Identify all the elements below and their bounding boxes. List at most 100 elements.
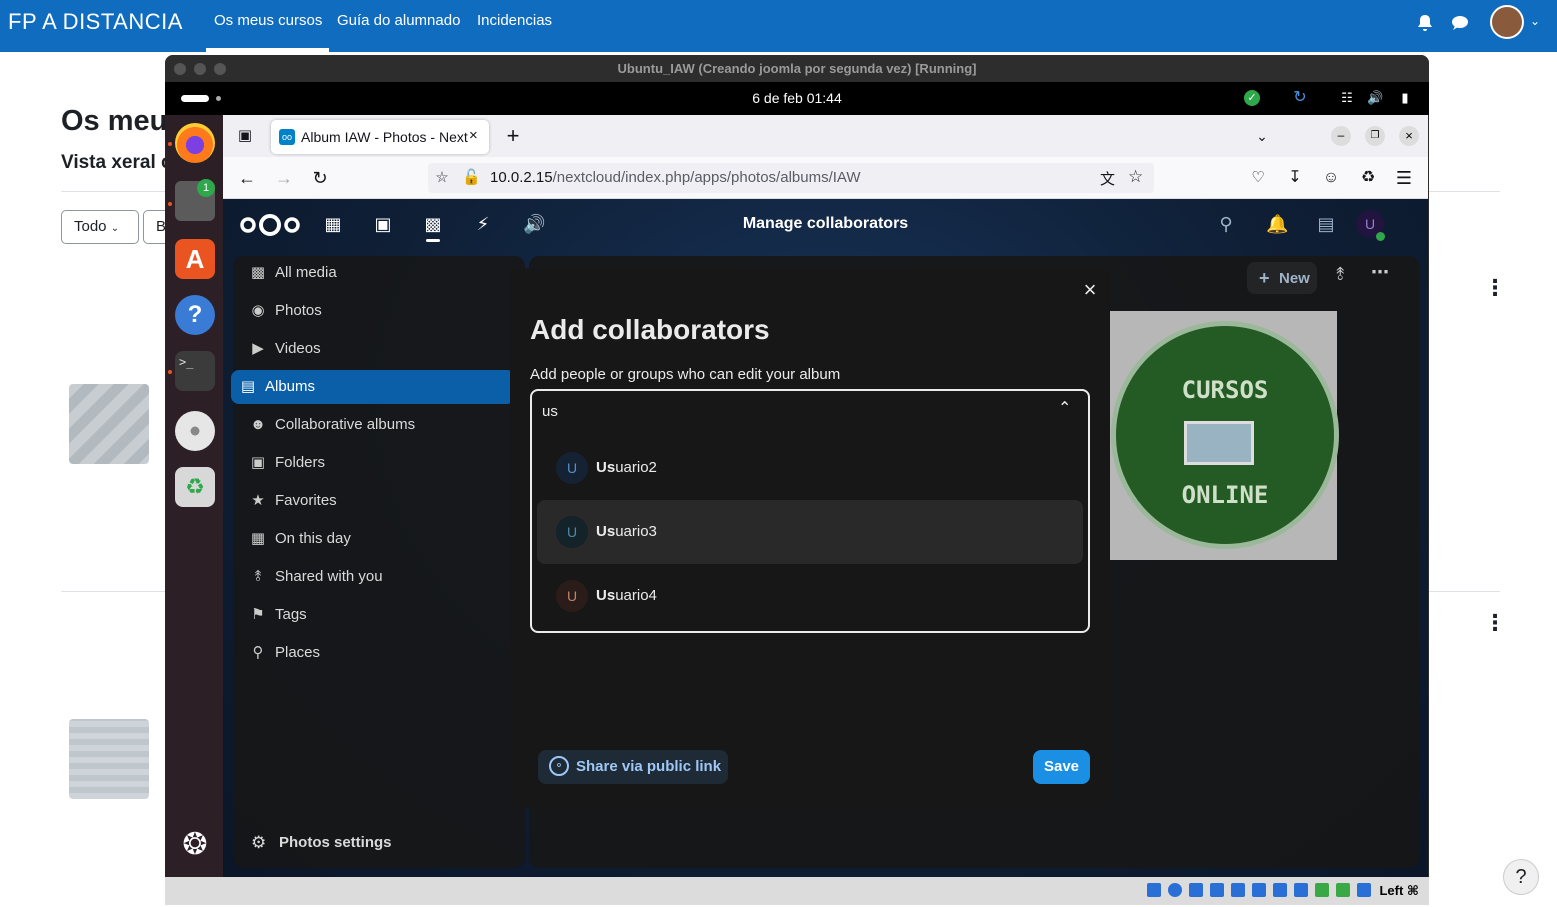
- volume-icon[interactable]: 🔊: [1367, 90, 1383, 106]
- new-label: New: [1279, 270, 1310, 287]
- list-tabs-chevron-icon[interactable]: ⌄: [1248, 122, 1276, 150]
- close-window-icon[interactable]: ×: [1399, 126, 1419, 146]
- contacts-icon[interactable]: ▤: [1316, 214, 1336, 234]
- nav-places[interactable]: ⚲ Places: [241, 636, 525, 670]
- photos-settings-button[interactable]: ⚙ Photos settings: [243, 825, 443, 859]
- share-album-icon[interactable]: ⥉: [1336, 264, 1344, 285]
- terminal-icon[interactable]: >_: [175, 351, 215, 391]
- nav-collaborative-albums[interactable]: ☻ Collaborative albums: [241, 408, 525, 442]
- downloads-icon[interactable]: ↧: [1281, 164, 1309, 192]
- battery-icon[interactable]: ▮: [1397, 90, 1413, 106]
- show-apps-icon[interactable]: ❂: [175, 825, 215, 865]
- photo-badge: CURSOS ONLINE: [1111, 321, 1339, 549]
- tag-icon: ⚑: [251, 606, 265, 623]
- course-thumbnail[interactable]: [69, 719, 149, 799]
- pocket-icon[interactable]: ♡: [1244, 164, 1272, 192]
- network-adapter-icon[interactable]: [1210, 883, 1224, 897]
- site-brand[interactable]: FP A DISTANCIA: [8, 9, 183, 35]
- hdd-icon[interactable]: [1147, 883, 1161, 897]
- tab-album-iaw[interactable]: oo Album IAW - Photos - Next ×: [271, 120, 489, 154]
- optical-drive-icon[interactable]: [1168, 883, 1182, 897]
- search-input[interactable]: [542, 399, 1042, 423]
- course-menu-icon[interactable]: ⋮: [1484, 275, 1506, 301]
- option-usuario3[interactable]: U Usuario3: [537, 500, 1083, 564]
- nav-folders[interactable]: ▣ Folders: [241, 446, 525, 480]
- display-icon[interactable]: [1273, 883, 1287, 897]
- recording-icon[interactable]: [1294, 883, 1308, 897]
- app-center-icon[interactable]: A: [175, 239, 215, 279]
- nav-on-this-day[interactable]: ▦ On this day: [241, 522, 525, 556]
- course-menu-icon[interactable]: ⋮: [1484, 610, 1506, 636]
- reload-icon[interactable]: ↻: [306, 164, 334, 192]
- course-thumbnail[interactable]: [69, 384, 149, 464]
- account-icon[interactable]: ☺: [1317, 164, 1345, 192]
- notifications-icon[interactable]: 🔔: [1266, 214, 1288, 234]
- share-via-public-link-button[interactable]: ⚬ Share via public link: [538, 750, 728, 784]
- disc-icon[interactable]: [175, 411, 215, 451]
- back-icon[interactable]: ←: [233, 164, 261, 192]
- close-tab-icon[interactable]: ×: [469, 127, 478, 144]
- search-icon[interactable]: ⚲: [1216, 214, 1236, 234]
- image-icon: ▩: [250, 264, 266, 281]
- nav-albums[interactable]: ▤ Albums: [231, 370, 515, 404]
- network-icon[interactable]: ☷: [1339, 90, 1355, 106]
- nav-favorites[interactable]: ★ Favorites: [241, 484, 525, 518]
- online-status-icon: [1376, 232, 1385, 241]
- bookmark-star-icon[interactable]: ☆: [1128, 167, 1143, 187]
- new-tab-icon[interactable]: +: [499, 122, 527, 150]
- nav-my-courses[interactable]: Os meus cursos: [214, 12, 322, 29]
- nextcloud-favicon-icon: oo: [279, 129, 295, 145]
- shield-icon[interactable]: ⛦: [436, 169, 448, 186]
- cpu-icon[interactable]: [1315, 883, 1329, 897]
- nav-all-media[interactable]: ▩ All media: [241, 256, 525, 290]
- extensions-icon[interactable]: ♻: [1354, 164, 1382, 192]
- usb-icon[interactable]: [1231, 883, 1245, 897]
- clock[interactable]: 6 de feb 01:44: [165, 82, 1429, 115]
- forward-icon[interactable]: →: [270, 164, 298, 192]
- nav-shared-with-you[interactable]: ⥉ Shared with you: [241, 560, 525, 594]
- avatar: U: [556, 516, 588, 548]
- notification-bell-icon[interactable]: [1415, 13, 1435, 33]
- mouse-integration-icon[interactable]: [1336, 883, 1350, 897]
- new-button[interactable]: + New: [1247, 262, 1317, 294]
- nav-tags[interactable]: ⚑ Tags: [241, 598, 525, 632]
- chevron-up-icon[interactable]: ⌃: [1058, 401, 1074, 417]
- audio-icon[interactable]: [1189, 883, 1203, 897]
- nav-videos[interactable]: ▶ Videos: [241, 332, 525, 366]
- more-actions-icon[interactable]: ⋯: [1371, 262, 1389, 283]
- user-avatar[interactable]: [1490, 5, 1524, 39]
- url-bar[interactable]: ⛦ 🔓 10.0.2.15/nextcloud/index.php/apps/p…: [428, 163, 1154, 193]
- user-menu-chevron-icon[interactable]: ⌄: [1530, 14, 1540, 28]
- option-usuario4[interactable]: U Usuario4: [537, 564, 1083, 628]
- filter-dropdown[interactable]: Todo ⌄: [61, 210, 139, 244]
- restore-window-icon[interactable]: ❐: [1365, 126, 1385, 146]
- nav-photos[interactable]: ◉ Photos: [241, 294, 525, 328]
- save-button[interactable]: Save: [1033, 750, 1090, 784]
- close-icon[interactable]: ×: [1078, 278, 1102, 302]
- help-button[interactable]: ?: [1503, 859, 1539, 895]
- nav-student-guide[interactable]: Guía do alumnado: [337, 12, 460, 29]
- translate-icon[interactable]: 文: [1100, 168, 1115, 189]
- option-usuario2[interactable]: U Usuario2: [537, 436, 1083, 500]
- avatar: U: [556, 580, 588, 612]
- shared-folders-icon[interactable]: [1252, 883, 1266, 897]
- vbox-maximize-button[interactable]: [214, 63, 226, 75]
- help-icon[interactable]: ?: [175, 295, 215, 335]
- check-status-icon[interactable]: ✓: [1244, 90, 1260, 106]
- insecure-lock-icon[interactable]: 🔓: [462, 168, 481, 186]
- minimize-window-icon[interactable]: –: [1331, 126, 1351, 146]
- tab-overview-icon[interactable]: ▣: [231, 122, 259, 150]
- keyboard-icon[interactable]: [1357, 883, 1371, 897]
- host-key-label: Left ⌘: [1379, 883, 1419, 898]
- sync-icon[interactable]: ↻: [1292, 90, 1308, 106]
- trash-icon[interactable]: ♻: [175, 467, 215, 507]
- album-photo[interactable]: CURSOS ONLINE: [1109, 311, 1339, 560]
- menu-icon[interactable]: ☰: [1390, 164, 1418, 192]
- tab-bar: ▣ oo Album IAW - Photos - Next × + ⌄ – ❐…: [223, 115, 1428, 157]
- messages-icon[interactable]: [1450, 13, 1470, 33]
- video-icon: ▶: [252, 340, 264, 357]
- vbox-minimize-button[interactable]: [194, 63, 206, 75]
- firefox-icon[interactable]: [175, 123, 215, 163]
- nav-incidents[interactable]: Incidencias: [477, 12, 552, 29]
- vbox-close-button[interactable]: [174, 63, 186, 75]
